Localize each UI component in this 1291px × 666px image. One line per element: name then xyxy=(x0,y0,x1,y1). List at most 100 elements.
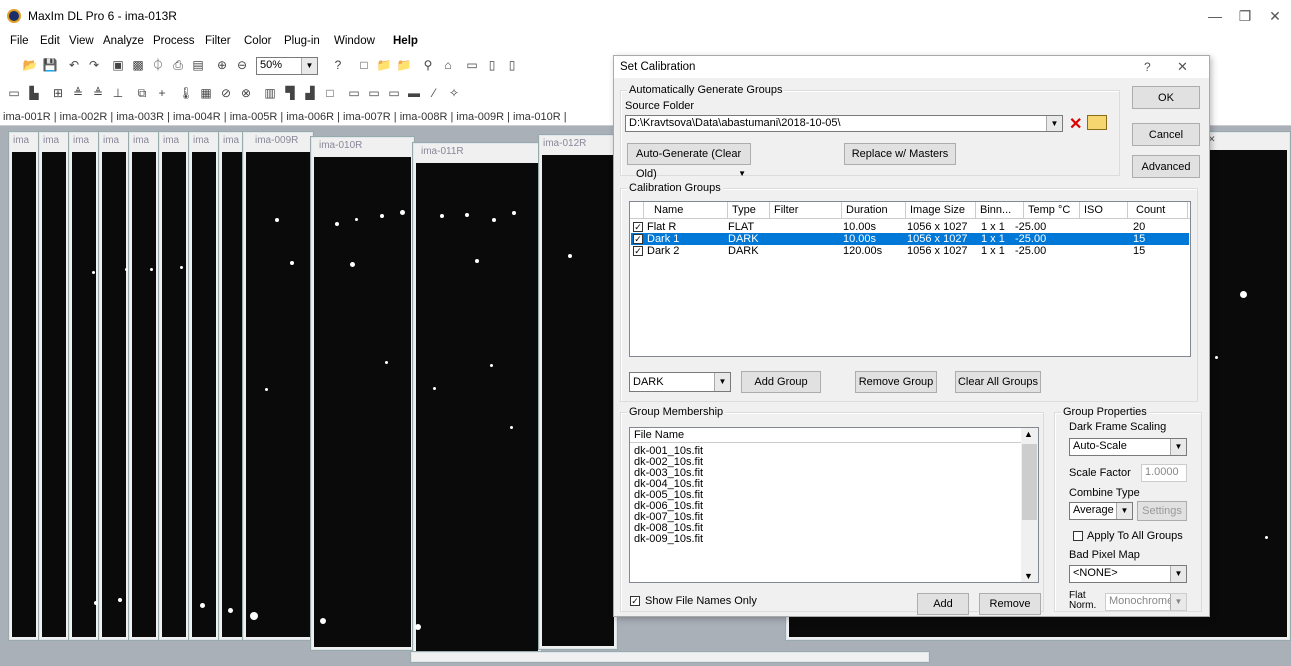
menu-file[interactable]: File xyxy=(10,35,29,47)
aperture-icon[interactable]: ⊘ xyxy=(218,86,234,100)
image-window-ima-009R[interactable]: ima-009R xyxy=(242,131,314,641)
undo-icon[interactable]: ↶ xyxy=(66,58,82,72)
tab-ima-009R[interactable]: ima-009R xyxy=(456,111,504,123)
save-all-icon[interactable]: ▭ xyxy=(464,58,480,72)
group-enabled-checkbox[interactable]: ✓ xyxy=(633,246,643,256)
stack-add-icon[interactable]: ≜ xyxy=(70,86,86,100)
column-header-name[interactable]: Name xyxy=(644,202,728,218)
view-2-icon[interactable]: ▭ xyxy=(366,86,382,100)
menu-window[interactable]: Window xyxy=(334,35,375,47)
stack-icon[interactable]: ▩ xyxy=(130,58,146,72)
restore-icon[interactable]: ❐ xyxy=(1230,4,1260,28)
view-1-icon[interactable]: ▭ xyxy=(346,86,362,100)
align-icon[interactable]: ⊞ xyxy=(50,86,66,100)
group-enabled-checkbox[interactable]: ✓ xyxy=(633,222,643,232)
tab-ima-010R[interactable]: ima-010R xyxy=(513,111,561,123)
image-window-ima-011R[interactable]: ima-011R xyxy=(412,142,542,662)
view-4-icon[interactable]: ▬ xyxy=(406,86,422,100)
paste-icon[interactable]: ▯ xyxy=(504,58,520,72)
redo-icon[interactable]: ↷ xyxy=(86,58,102,72)
list-item[interactable]: dk-005_10s.fit xyxy=(634,490,703,501)
add-group-button[interactable]: Add Group xyxy=(741,371,821,393)
zoom-in-icon[interactable]: ⊕ xyxy=(214,58,230,72)
file-list[interactable]: File Name dk-001_10s.fit dk-002_10s.fit … xyxy=(629,427,1039,583)
image-window-ima-012R[interactable]: ima-012R xyxy=(538,134,618,650)
clear-all-groups-button[interactable]: Clear All Groups xyxy=(955,371,1041,393)
close-icon[interactable]: ✕ xyxy=(1260,4,1290,28)
zoom-out-icon[interactable]: ⊖ xyxy=(234,58,250,72)
tab-ima-007R[interactable]: ima-007R xyxy=(343,111,391,123)
bad-pixel-map-select[interactable]: <NONE> ▼ xyxy=(1069,565,1187,583)
column-header-image-size[interactable]: Image Size xyxy=(906,202,976,218)
cancel-button[interactable]: Cancel xyxy=(1132,123,1200,146)
split-chevron-icon[interactable]: ▼ xyxy=(738,164,746,184)
settings-button[interactable]: Settings xyxy=(1137,501,1187,521)
remove-file-button[interactable]: Remove xyxy=(979,593,1041,615)
graph-icon[interactable]: ⊥ xyxy=(110,86,126,100)
image-window[interactable]: ima xyxy=(98,131,130,641)
add-file-button[interactable]: Add xyxy=(917,593,969,615)
focus-icon[interactable]: ⊗ xyxy=(238,86,254,100)
column-header-duration[interactable]: Duration xyxy=(842,202,906,218)
flag-icon[interactable]: ▜ xyxy=(282,86,298,100)
auto-generate-button[interactable]: Auto-Generate (Clear Old) ▼ xyxy=(627,143,751,180)
replace-with-masters-button[interactable]: Replace w/ Masters xyxy=(844,143,956,165)
browse-folder-icon[interactable] xyxy=(1087,115,1107,130)
view-3-icon[interactable]: ▭ xyxy=(386,86,402,100)
tab-ima-004R[interactable]: ima-004R xyxy=(173,111,221,123)
open-folder-icon[interactable]: 📁 xyxy=(376,58,392,72)
context-help-icon[interactable]: ? xyxy=(330,58,346,72)
group-enabled-checkbox[interactable]: ✓ xyxy=(633,234,643,244)
menu-view[interactable]: View xyxy=(69,35,94,47)
list-item[interactable]: dk-001_10s.fit xyxy=(634,446,703,457)
image-window[interactable]: ima xyxy=(128,131,160,641)
menu-help[interactable]: Help xyxy=(393,35,418,47)
column-header-binning[interactable]: Binn... xyxy=(976,202,1024,218)
telescope-icon[interactable]: ⚲ xyxy=(420,58,436,72)
image-window[interactable]: ima xyxy=(38,131,70,641)
column-header-iso[interactable]: ISO xyxy=(1080,202,1128,218)
list-item[interactable]: dk-002_10s.fit xyxy=(634,457,703,468)
list-item[interactable]: dk-007_10s.fit xyxy=(634,512,703,523)
combine-type-select[interactable]: Average ▼ xyxy=(1069,502,1133,520)
screen-stretch-icon[interactable]: ▭ xyxy=(6,86,22,100)
list-item[interactable]: dk-008_10s.fit xyxy=(634,523,703,534)
table-row[interactable]: ✓ Dark 2 DARK 120.00s 1056 x 1027 1 x 1 … xyxy=(631,245,1189,257)
image-window[interactable]: ima xyxy=(68,131,100,641)
open-recent-icon[interactable]: 📁 xyxy=(396,58,412,72)
menu-process[interactable]: Process xyxy=(153,35,195,47)
tab-ima-008R[interactable]: ima-008R xyxy=(400,111,448,123)
show-file-names-checkbox[interactable]: ✓ xyxy=(630,596,640,606)
tab-ima-003R[interactable]: ima-003R xyxy=(116,111,164,123)
scale-factor-input[interactable]: 1.0000 xyxy=(1141,464,1187,482)
table-row[interactable]: ✓ Flat R FLAT 10.00s 1056 x 1027 1 x 1 -… xyxy=(631,221,1189,233)
copy-icon[interactable]: ▯ xyxy=(484,58,500,72)
scrollbar[interactable]: ▲ ▼ xyxy=(1021,428,1038,582)
dark-scaling-select[interactable]: Auto-Scale ▼ xyxy=(1069,438,1187,456)
observatory-icon[interactable]: ⌂ xyxy=(440,58,456,72)
ok-button[interactable]: OK xyxy=(1132,86,1200,109)
image-window[interactable]: ima xyxy=(158,131,190,641)
list-item[interactable]: dk-004_10s.fit xyxy=(634,479,703,490)
menu-edit[interactable]: Edit xyxy=(40,35,60,47)
save-icon[interactable]: 💾 xyxy=(42,58,58,72)
minimize-icon[interactable]: — xyxy=(1200,4,1230,28)
tab-ima-002R[interactable]: ima-002R xyxy=(60,111,108,123)
image-icon[interactable]: ▣ xyxy=(110,58,126,72)
image-window[interactable]: ima xyxy=(188,131,220,641)
grid-icon[interactable]: ▦ xyxy=(198,86,214,100)
menu-filter[interactable]: Filter xyxy=(205,35,231,47)
new-icon[interactable]: □ xyxy=(356,58,372,72)
histogram-icon[interactable]: ▙ xyxy=(26,86,42,100)
stack-sub-icon[interactable]: ≜ xyxy=(90,86,106,100)
thermometer-icon[interactable]: 🌡 xyxy=(178,86,194,100)
image-window[interactable]: ima xyxy=(8,131,40,641)
column-header-count[interactable]: Count xyxy=(1128,202,1188,218)
info-icon[interactable]: ▤ xyxy=(190,58,206,72)
list-item[interactable]: dk-003_10s.fit xyxy=(634,468,703,479)
tab-ima-001R[interactable]: ima-001R xyxy=(3,111,51,123)
open-icon[interactable]: 📂 xyxy=(22,58,38,72)
rectangle-icon[interactable]: □ xyxy=(322,86,338,100)
column-header-temp[interactable]: Temp °C xyxy=(1024,202,1080,218)
list-item[interactable]: dk-009_10s.fit xyxy=(634,534,703,545)
